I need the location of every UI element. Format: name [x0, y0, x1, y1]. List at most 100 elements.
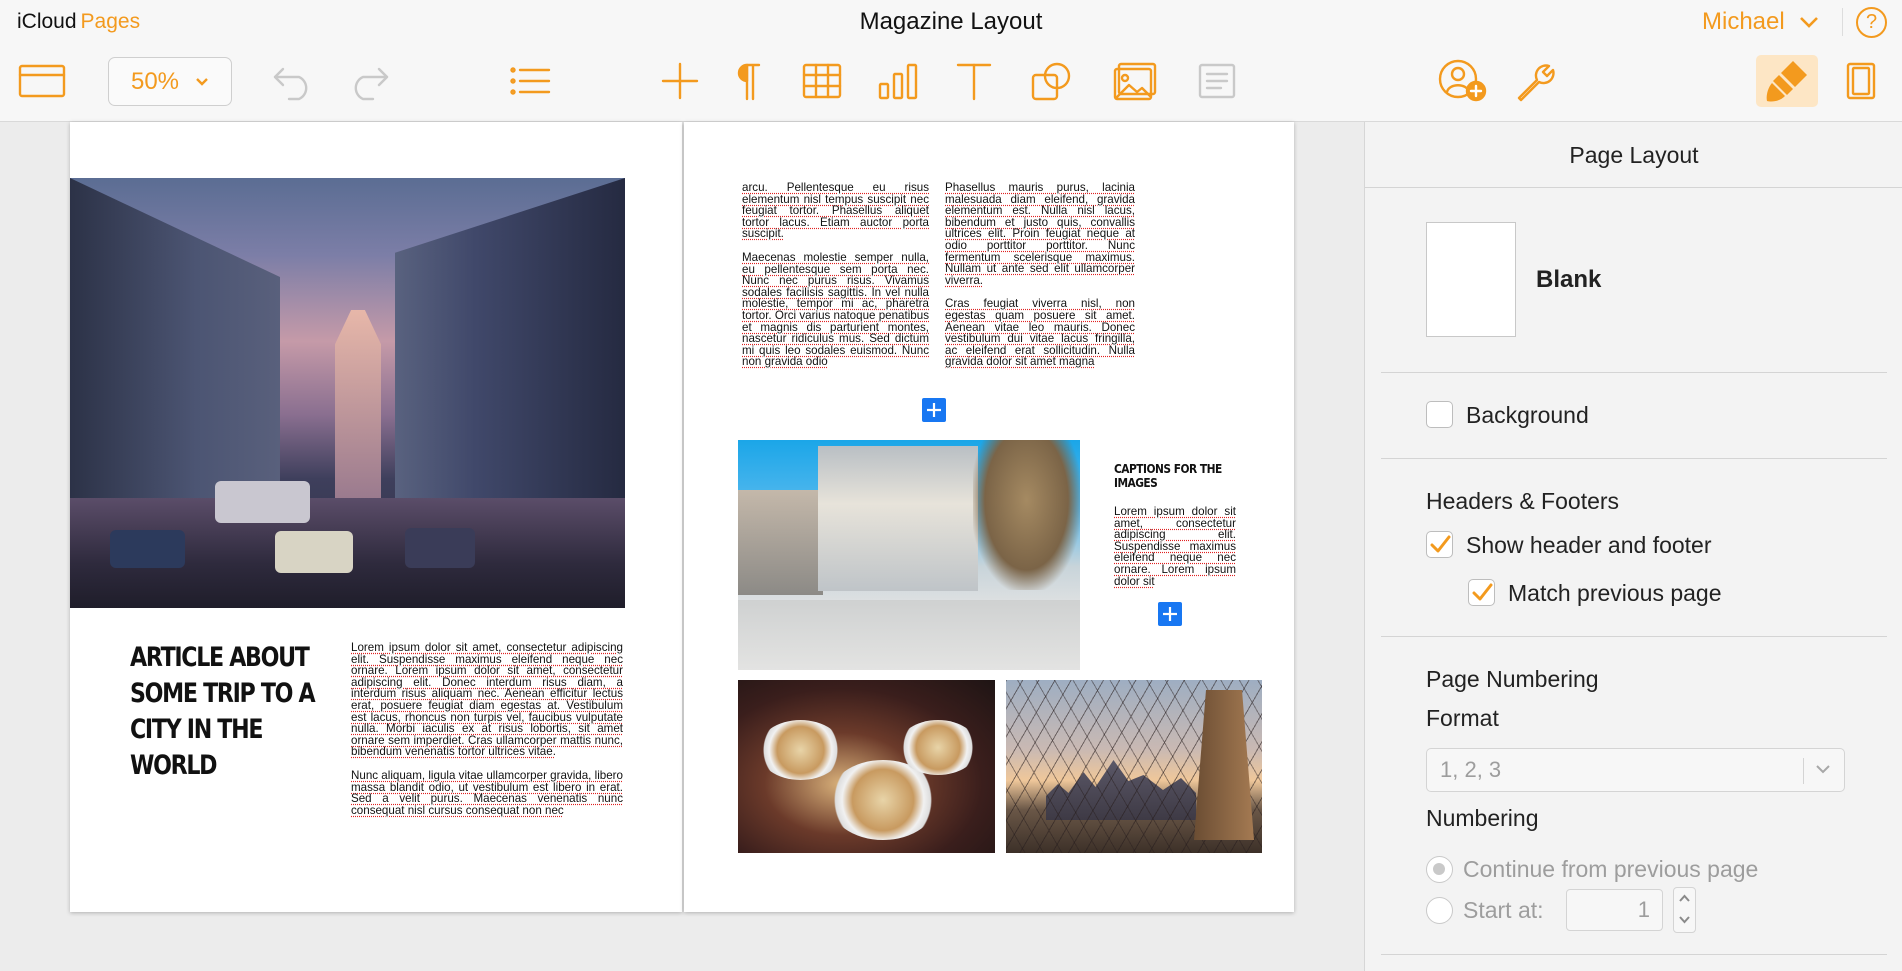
- photo-detail: [405, 528, 475, 568]
- format-label: Format: [1426, 705, 1499, 731]
- start-at-label: Start at:: [1463, 897, 1544, 923]
- paragraph: Cras feugiat viverra nisl, non egestas q…: [945, 297, 1135, 369]
- settings-button[interactable]: [1512, 56, 1562, 106]
- table-button[interactable]: [800, 56, 844, 106]
- table-icon: [802, 63, 842, 99]
- photo-detail: [973, 440, 1080, 590]
- undo-button[interactable]: [270, 56, 316, 106]
- background-checkbox[interactable]: [1426, 401, 1453, 428]
- start-at-radio[interactable]: [1426, 897, 1453, 924]
- template-thumbnail[interactable]: [1426, 222, 1516, 337]
- caption-overflow-handle[interactable]: [1158, 602, 1182, 626]
- chart-button[interactable]: [876, 56, 920, 106]
- right-column-1-text[interactable]: arcu. Pellentesque eu risus elementum ni…: [742, 182, 929, 380]
- paragraph: Lorem ipsum dolor sit amet, consectetur …: [1114, 505, 1236, 588]
- view-icon: [18, 64, 66, 98]
- photo-detail: [275, 531, 353, 573]
- photo-detail: [70, 178, 280, 508]
- document-canvas[interactable]: ARTICLE ABOUT SOME TRIP TO A CITY IN THE…: [0, 122, 1364, 971]
- match-previous-checkbox[interactable]: [1468, 579, 1495, 606]
- redo-icon: [354, 67, 389, 101]
- bridge-photo[interactable]: [1006, 680, 1262, 853]
- select-separator: [1803, 758, 1804, 784]
- media-button[interactable]: [1110, 56, 1160, 106]
- shape-icon: [1031, 62, 1071, 101]
- chevron-up-icon: [1679, 894, 1690, 902]
- photo-detail: [110, 530, 185, 568]
- divider: [1381, 458, 1887, 459]
- list-button[interactable]: [508, 56, 552, 106]
- zoom-value: 50%: [130, 67, 180, 95]
- start-at-stepper[interactable]: [1673, 887, 1696, 933]
- collaborate-button[interactable]: [1436, 56, 1490, 106]
- chart-icon: [878, 63, 918, 100]
- paragraph: Phasellus mauris purus, lacinia malesuad…: [945, 181, 1135, 287]
- chevron-down-icon: [1799, 17, 1818, 28]
- plus-icon: [661, 62, 699, 100]
- background-label: Background: [1466, 402, 1589, 428]
- headers-footers-heading: Headers & Footers: [1426, 488, 1620, 514]
- shape-button[interactable]: [1028, 56, 1074, 106]
- media-icon: [1113, 62, 1157, 101]
- text-button[interactable]: [952, 56, 996, 106]
- comment-icon: [1198, 63, 1236, 99]
- right-column-2-text[interactable]: Phasellus mauris purus, lacinia malesuad…: [945, 182, 1135, 380]
- user-menu[interactable]: Michael: [1702, 8, 1819, 36]
- start-at-field[interactable]: 1: [1566, 889, 1663, 931]
- user-name: Michael: [1702, 8, 1785, 35]
- paintbrush-icon: [1766, 61, 1807, 102]
- chevron-down-icon: [196, 77, 208, 86]
- view-button[interactable]: [16, 56, 68, 106]
- food-photo[interactable]: [738, 680, 995, 853]
- comment-button[interactable]: [1194, 56, 1240, 106]
- zoom-menu[interactable]: 50%: [108, 57, 232, 106]
- numbering-label: Numbering: [1426, 805, 1539, 831]
- photo-detail: [738, 490, 823, 595]
- paragraph: Nunc aliquam, ligula vitae ullamcorper g…: [351, 768, 623, 817]
- show-header-footer-label: Show header and footer: [1466, 532, 1712, 558]
- help-button[interactable]: ?: [1856, 7, 1887, 38]
- format-button[interactable]: [1756, 55, 1818, 107]
- photo-detail: [818, 446, 978, 591]
- paragraph: Lorem ipsum dolor sit amet, consectetur …: [351, 641, 623, 759]
- inspector-title: Page Layout: [1365, 122, 1902, 188]
- left-article-text[interactable]: Lorem ipsum dolor sit amet, consectetur …: [351, 642, 623, 828]
- paragraph-button[interactable]: [728, 56, 764, 106]
- paragraph: Maecenas molestie semper nulla, eu pelle…: [742, 250, 929, 369]
- undo-icon: [273, 67, 308, 101]
- divider: [1381, 372, 1887, 373]
- caption-heading[interactable]: CAPTIONS FOR THE IMAGES: [1114, 462, 1223, 490]
- list-icon: [510, 67, 551, 95]
- format-inspector: Page Layout Blank Background Headers & F…: [1364, 122, 1902, 971]
- format-value: 1, 2, 3: [1440, 757, 1502, 782]
- match-previous-label: Match previous page: [1508, 580, 1722, 606]
- chevron-down-icon: [1816, 765, 1830, 774]
- document-title[interactable]: Magazine Layout: [0, 8, 1902, 36]
- redo-button[interactable]: [346, 56, 392, 106]
- help-separator: [1842, 8, 1843, 36]
- city-building-photo[interactable]: [738, 440, 1080, 670]
- divider: [1381, 954, 1887, 955]
- photo-detail: [395, 178, 625, 518]
- article-headline[interactable]: ARTICLE ABOUT SOME TRIP TO A CITY IN THE…: [130, 640, 327, 784]
- page-right[interactable]: arcu. Pellentesque eu risus elementum ni…: [684, 122, 1294, 912]
- checkmark-icon: [1430, 535, 1451, 553]
- city-street-photo[interactable]: [70, 178, 625, 608]
- photo-detail: [215, 481, 310, 523]
- show-header-footer-checkbox[interactable]: [1426, 531, 1453, 558]
- caption-text[interactable]: Lorem ipsum dolor sit amet, consectetur …: [1114, 506, 1236, 587]
- text-overflow-handle[interactable]: [922, 398, 946, 422]
- wrench-icon: [1517, 64, 1555, 102]
- page-left[interactable]: ARTICLE ABOUT SOME TRIP TO A CITY IN THE…: [70, 122, 682, 912]
- format-select[interactable]: 1, 2, 3: [1426, 748, 1845, 792]
- template-name: Blank: [1536, 266, 1602, 293]
- toolbar: 50%: [0, 44, 1902, 122]
- paragraph-icon: [737, 63, 761, 101]
- continue-label: Continue from previous page: [1463, 856, 1759, 882]
- document-button[interactable]: [1840, 56, 1882, 106]
- insert-button[interactable]: [658, 56, 702, 106]
- page-numbering-heading: Page Numbering: [1426, 666, 1599, 692]
- title-bar: iCloud Pages Magazine Layout Michael ?: [0, 0, 1902, 44]
- continue-radio[interactable]: [1426, 856, 1453, 883]
- collaborate-icon: [1438, 59, 1487, 102]
